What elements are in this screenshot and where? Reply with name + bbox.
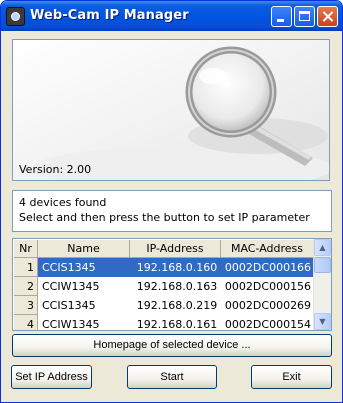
row-number: 2 [14,277,38,296]
close-button[interactable] [317,6,338,27]
homepage-button[interactable]: Homepage of selected device ... [12,334,332,357]
column-header-ip[interactable]: IP-Address [130,240,221,258]
minimize-button[interactable] [271,6,292,27]
table-row[interactable]: 2 CCIW1345 192.168.0.163 0002DC000156 [14,277,315,296]
device-ip: 192.168.0.163 [136,280,218,293]
start-button[interactable]: Start [127,365,217,389]
banner-panel: Version: 2.00 [12,39,330,181]
device-mac: 0002DC000269 [224,299,312,312]
magnifying-glass-icon [13,40,329,180]
column-header-mac[interactable]: MAC-Address [221,240,314,258]
column-header-nr[interactable]: Nr [14,240,38,258]
device-ip: 192.168.0.219 [136,299,218,312]
webcam-icon[interactable] [6,7,25,26]
device-name: CCIW1345 [42,280,100,293]
device-mac: 0002DC000156 [224,280,312,293]
status-line-1: 4 devices found [19,196,107,209]
column-header-name[interactable]: Name [38,240,130,258]
device-name: CCIS1345 [42,261,96,274]
status-line-2: Select and then press the button to set … [19,211,310,224]
device-mac: 0002DC000154 [224,318,312,331]
set-ip-address-button[interactable]: Set IP Address [11,365,92,389]
table-row[interactable]: 1 CCIS1345 192.168.0.160 0002DC000166 [14,258,315,277]
status-message-box: 4 devices found Select and then press th… [12,190,332,232]
exit-button[interactable]: Exit [251,365,332,389]
table-row[interactable]: 4 CCIW1345 192.168.0.161 0002DC000154 [14,315,315,331]
table-row[interactable]: 3 CCIS1345 192.168.0.219 0002DC000269 [14,296,315,315]
title-bar[interactable]: Web-Cam IP Manager [1,1,342,31]
device-table[interactable]: Nr Name IP-Address MAC-Address 1 CCIS134… [12,238,332,331]
version-label: Version: 2.00 [19,163,92,176]
device-name: CCIS1345 [42,299,96,312]
device-mac: 0002DC000166 [224,261,312,274]
device-name: CCIW1345 [42,318,100,331]
device-ip: 192.168.0.161 [136,318,218,331]
row-number: 3 [14,296,38,315]
app-window: Web-Cam IP Manager Version: 2.00 4 devic… [0,0,343,403]
row-number: 1 [14,258,38,277]
window-title: Web-Cam IP Manager [30,8,189,23]
arrow-up-icon[interactable]: ▲ [314,239,331,256]
arrow-down-icon[interactable]: ▼ [314,313,331,330]
device-ip: 192.168.0.160 [136,261,218,274]
vertical-scrollbar[interactable]: ▲ ▼ [313,239,331,330]
row-number: 4 [14,315,38,330]
scrollbar-thumb[interactable] [314,257,331,273]
maximize-button[interactable] [294,6,315,27]
